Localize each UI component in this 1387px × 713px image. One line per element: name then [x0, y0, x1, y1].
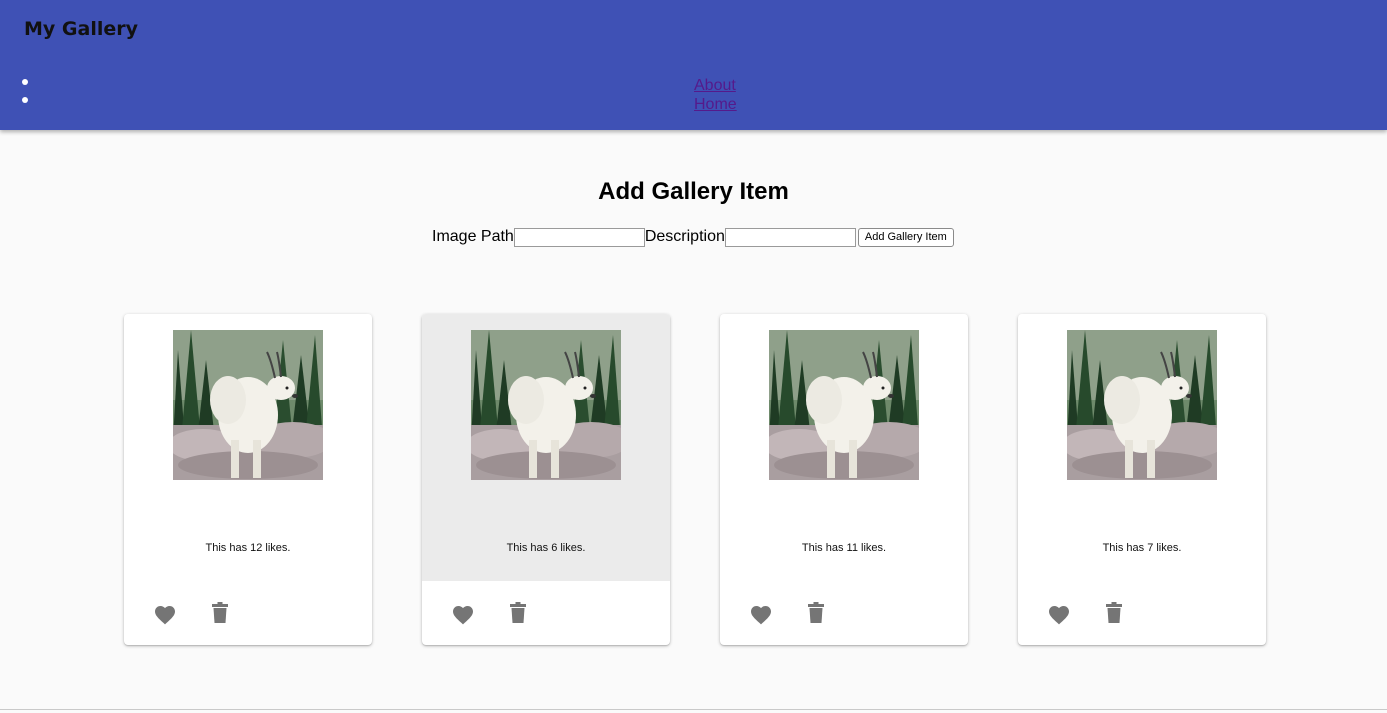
- card-content[interactable]: This has 6 likes.: [422, 314, 670, 581]
- nav-link-home[interactable]: Home: [694, 96, 737, 115]
- gallery-card: This has 12 likes.: [124, 314, 372, 645]
- heart-icon[interactable]: [451, 603, 475, 625]
- trash-icon[interactable]: [212, 602, 228, 623]
- heart-icon[interactable]: [153, 603, 177, 625]
- card-content[interactable]: This has 12 likes.: [124, 314, 372, 581]
- add-item-form: Image Path Description Add Gallery Item: [432, 227, 954, 247]
- likes-text: This has 12 likes.: [205, 542, 291, 554]
- gallery-card: This has 7 likes.: [1018, 314, 1266, 645]
- description-label: Description: [644, 228, 725, 245]
- image-path-input[interactable]: [513, 227, 645, 247]
- nav-bullets: [22, 79, 28, 115]
- likes-text: This has 6 likes.: [506, 542, 586, 554]
- nav-link-about[interactable]: About: [694, 77, 737, 96]
- heart-icon[interactable]: [1047, 603, 1071, 625]
- footer-divider: [0, 709, 1387, 710]
- description-input[interactable]: [724, 227, 856, 247]
- gallery-card: This has 6 likes.: [422, 314, 670, 645]
- card-content[interactable]: This has 7 likes.: [1018, 314, 1266, 581]
- app-title: My Gallery: [24, 18, 138, 40]
- nav-bullet: [22, 97, 28, 103]
- add-gallery-item-button[interactable]: Add Gallery Item: [857, 227, 954, 247]
- likes-text: This has 11 likes.: [801, 542, 887, 554]
- app-bar: My Gallery About Home: [0, 0, 1387, 130]
- form-title: Add Gallery Item: [598, 178, 789, 205]
- gallery-image: [173, 330, 323, 480]
- heart-icon[interactable]: [749, 603, 773, 625]
- gallery-image: [769, 330, 919, 480]
- gallery-image: [471, 330, 621, 480]
- likes-text: This has 7 likes.: [1102, 542, 1182, 554]
- trash-icon[interactable]: [808, 602, 824, 623]
- nav-list: About Home: [694, 77, 737, 114]
- image-path-label: Image Path: [432, 228, 514, 245]
- trash-icon[interactable]: [1106, 602, 1122, 623]
- gallery-card: This has 11 likes.: [720, 314, 968, 645]
- gallery-image: [1067, 330, 1217, 480]
- card-content[interactable]: This has 11 likes.: [720, 314, 968, 581]
- nav-bullet: [22, 79, 28, 85]
- trash-icon[interactable]: [510, 602, 526, 623]
